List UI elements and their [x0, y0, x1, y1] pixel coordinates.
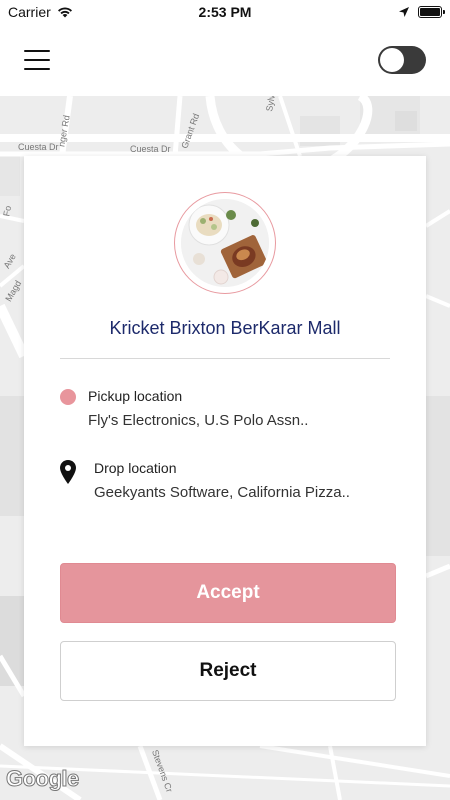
food-image: [181, 199, 269, 287]
hamburger-line: [24, 59, 50, 61]
hamburger-line: [24, 68, 50, 70]
status-left: Carrier: [8, 4, 73, 20]
google-logo: Google: [6, 766, 80, 792]
restaurant-name: Kricket Brixton BerKarar Mall: [109, 318, 341, 338]
pickup-dot-icon: [60, 389, 76, 405]
toggle-knob: [380, 48, 404, 72]
battery-fill: [420, 8, 440, 16]
divider: [60, 358, 390, 359]
order-request-card: Kricket Brixton BerKarar Mall Pickup loc…: [24, 156, 426, 746]
pickup-address: Fly's Electronics, U.S Polo Assn..: [88, 412, 309, 429]
restaurant-avatar-ring: [174, 192, 276, 294]
map-street-label: Cuesta Dr: [130, 144, 171, 154]
map-pin-icon: [60, 460, 76, 484]
battery-icon: [418, 6, 445, 18]
status-right: [398, 6, 445, 18]
online-toggle[interactable]: [378, 46, 426, 74]
wifi-icon: [57, 7, 72, 18]
carrier-label: Carrier: [8, 4, 51, 20]
drop-title: Drop location: [94, 460, 177, 476]
map-street-label: Cuesta Dr: [18, 142, 59, 152]
status-bar: Carrier 2:53 PM: [0, 0, 450, 24]
hamburger-menu-icon[interactable]: [24, 50, 50, 70]
map-street-label: Fo: [1, 204, 14, 218]
pickup-title: Pickup location: [88, 388, 183, 404]
hamburger-line: [24, 50, 50, 52]
accept-button[interactable]: Accept: [60, 563, 396, 623]
restaurant-avatar: [181, 199, 269, 287]
drop-address: Geekyants Software, California Pizza..: [94, 484, 350, 501]
location-arrow-icon: [399, 7, 409, 17]
reject-button[interactable]: Reject: [60, 641, 396, 701]
app-header: [0, 24, 450, 96]
